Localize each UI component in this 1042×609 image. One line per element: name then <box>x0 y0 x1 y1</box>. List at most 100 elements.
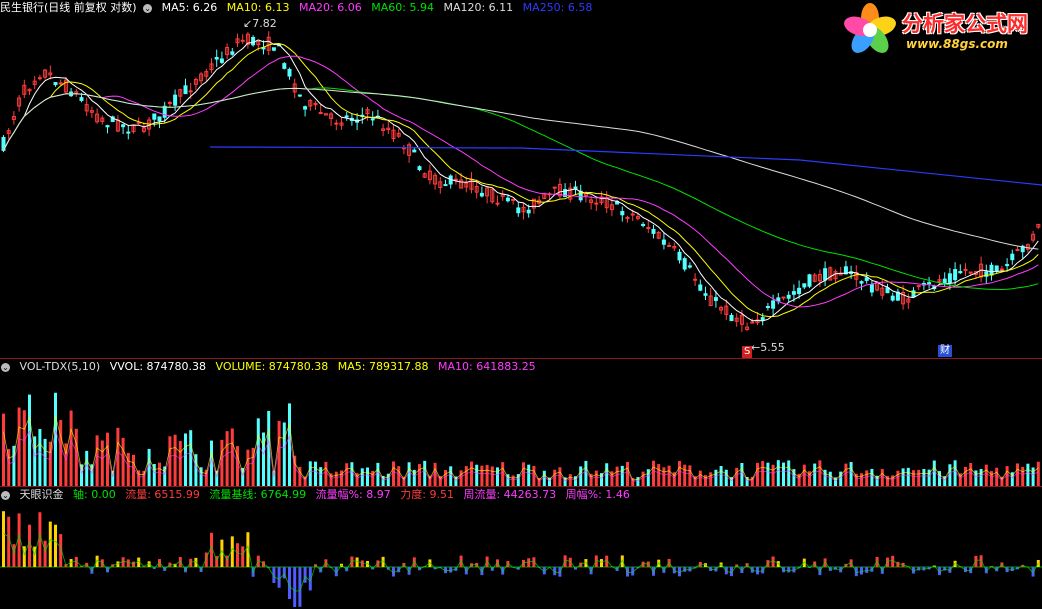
volume-bar <box>553 469 557 486</box>
candle-body <box>344 115 349 118</box>
candle-body <box>823 268 828 281</box>
volume-bar <box>126 452 130 486</box>
candle-body <box>53 82 58 86</box>
volume-bar <box>230 428 234 486</box>
flow-bar <box>865 567 869 573</box>
candle-body <box>947 273 952 283</box>
candle-body <box>412 149 417 153</box>
volume-chart[interactable] <box>0 359 1042 486</box>
candle-body <box>526 209 531 214</box>
flow-bar <box>854 567 858 577</box>
flow-bar <box>974 555 978 567</box>
flow-bar <box>756 567 759 575</box>
volume-bar <box>69 410 73 486</box>
candle-body <box>890 295 895 301</box>
volume-bar <box>522 462 525 486</box>
volume-bar <box>579 466 583 486</box>
finance-marker-badge[interactable]: 财 <box>938 345 952 357</box>
flow-panel[interactable]: ⌄ 天眼识金 轴: 0.00 流量: 6515.99 流量基线: 6764.99… <box>0 487 1042 609</box>
volume-bar <box>714 469 718 486</box>
volume-bar <box>922 469 926 486</box>
candle-body <box>786 294 791 299</box>
volume-header: ⌄ VOL-TDX(5,10) VVOL: 874780.38 VOLUME: … <box>0 359 542 374</box>
chevron-down-icon[interactable]: ⌄ <box>1 490 10 500</box>
volume-bar <box>844 463 848 486</box>
volume-bar <box>158 462 161 486</box>
candle-body <box>251 36 256 46</box>
flow-bar <box>95 555 99 567</box>
volume-panel[interactable]: ⌄ VOL-TDX(5,10) VVOL: 874780.38 VOLUME: … <box>0 359 1042 486</box>
volume-bar <box>932 460 936 486</box>
sell-signal-badge[interactable]: S <box>742 346 753 358</box>
volume-bar <box>418 464 421 486</box>
volume-bar <box>542 470 546 486</box>
candle-body <box>625 216 630 219</box>
flow-bar <box>2 511 5 567</box>
high-price-value: 7.82 <box>252 17 277 30</box>
candle-body <box>703 293 708 296</box>
candle-body <box>157 116 162 122</box>
volume-bar <box>865 470 869 486</box>
candle-body <box>37 77 42 80</box>
volume-bar <box>246 449 250 486</box>
volume-bar <box>605 463 609 486</box>
low-price-label: ←5.55 <box>751 341 785 354</box>
volume-bar <box>1031 467 1035 486</box>
flow-bar <box>360 560 364 567</box>
volume-bar <box>594 470 598 486</box>
candle-body <box>303 106 308 110</box>
candle-body <box>641 223 646 226</box>
chevron-down-icon[interactable]: ⌄ <box>1 362 10 372</box>
volume-bar <box>282 422 286 486</box>
volume-bar <box>132 454 135 486</box>
volume-bar <box>2 413 5 486</box>
candle-body <box>443 184 448 187</box>
candle-body <box>807 274 812 287</box>
flow-bar <box>43 540 47 567</box>
candle-body <box>771 300 776 309</box>
volume-bar <box>724 469 728 486</box>
flow-bar <box>355 557 359 567</box>
volume-bar <box>95 435 99 486</box>
volume-bar <box>184 433 187 486</box>
volume-bar <box>397 466 401 486</box>
ma10-readout: MA10: 6.13 <box>226 1 290 14</box>
chevron-down-icon[interactable]: ⌄ <box>143 3 153 13</box>
flow-bar <box>896 561 900 567</box>
volume-bar <box>236 446 239 486</box>
vol-ma10-readout: MA10: 641883.25 <box>437 360 536 373</box>
volume-bar <box>350 462 354 486</box>
flow-bar <box>527 558 531 567</box>
candle-body <box>693 278 698 281</box>
volume-bar <box>376 462 380 486</box>
strength-readout: 力度: 9.51 <box>400 488 454 501</box>
candle-body <box>620 210 625 216</box>
candle-body <box>417 166 422 171</box>
flow-baseline-readout: 流量基线: 6764.99 <box>209 488 307 501</box>
volume-bar <box>979 469 983 486</box>
candle-body <box>1005 264 1010 267</box>
ma120-readout: MA120: 6.11 <box>443 1 514 14</box>
candle-body <box>953 269 958 281</box>
volume-bar <box>584 460 588 486</box>
flow-bar <box>132 561 135 567</box>
candle-body <box>885 287 890 294</box>
volume-bar <box>761 461 765 486</box>
volume-bar <box>709 472 713 486</box>
flow-chart[interactable] <box>0 487 1042 609</box>
axis-readout: 轴: 0.00 <box>73 488 116 501</box>
flow-bar <box>594 555 598 567</box>
volume-bar <box>735 467 739 486</box>
flow-bar <box>787 567 791 573</box>
candle-body <box>287 68 292 77</box>
volume-bar <box>54 392 57 486</box>
volume-bar <box>48 441 52 486</box>
moving-average-line <box>3 55 1039 308</box>
vvol-readout: VVOL: 874780.38 <box>109 360 207 373</box>
candle-body <box>240 39 245 42</box>
volume-bar <box>121 437 125 486</box>
volume-bar <box>100 440 104 486</box>
candle-body <box>370 118 375 121</box>
ma20-readout: MA20: 6.06 <box>299 1 362 14</box>
candle-body <box>453 178 458 181</box>
